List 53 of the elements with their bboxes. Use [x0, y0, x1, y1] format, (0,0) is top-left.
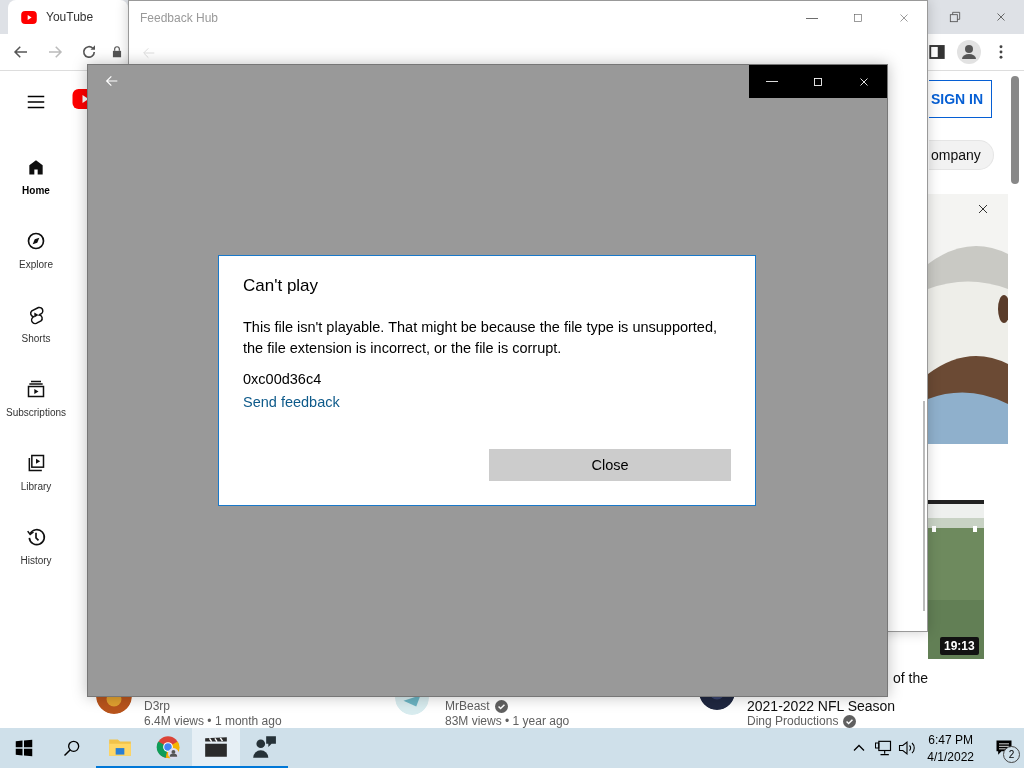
network-icon[interactable]	[873, 738, 894, 758]
arrow-left-icon[interactable]	[104, 73, 120, 89]
window-title: Feedback Hub	[140, 11, 219, 25]
restore-icon	[948, 10, 962, 24]
library-icon	[26, 453, 46, 473]
reload-icon	[80, 43, 98, 61]
channel-name[interactable]: MrBeast	[445, 699, 490, 714]
sidebar-item[interactable]: Explore	[0, 231, 72, 305]
video-duration: 19:13	[940, 637, 979, 655]
filter-chip[interactable]: ompany	[929, 140, 994, 170]
notification-button[interactable]: 2	[984, 728, 1024, 768]
search-icon	[62, 738, 82, 758]
sidebar-item[interactable]: Shorts	[0, 305, 72, 379]
error-message: This file isn't playable. That might be because the file type is unsupported, the file extension is incorrect, or the file is corrupt.	[243, 318, 719, 358]
taskbar-app[interactable]	[192, 728, 240, 768]
arrow-right-icon	[46, 43, 64, 61]
video-title[interactable]: of the	[893, 671, 929, 686]
sidebar-item[interactable]: Subscriptions	[0, 379, 72, 453]
video-meta: 83M views • 1 year ago	[445, 714, 570, 729]
subscriptions-icon	[26, 379, 46, 399]
lock-icon	[110, 45, 124, 59]
minimize-icon	[806, 17, 818, 19]
sign-in-button[interactable]: SIGN IN	[929, 80, 993, 118]
sidebar-item[interactable]: History	[0, 527, 72, 601]
side-panel-icon	[928, 43, 946, 61]
youtube-logo-icon	[72, 89, 87, 109]
sidebar-item[interactable]: Home	[0, 157, 72, 231]
video-title[interactable]: 2021-2022 NFL Season	[747, 699, 896, 714]
clapperboard-icon[interactable]	[203, 734, 229, 760]
profile-button[interactable]	[956, 39, 982, 65]
clock[interactable]: 6:47 PM 4/1/2022	[917, 732, 984, 764]
person-speech-icon[interactable]	[251, 734, 277, 760]
error-code: 0xc00d36c4	[243, 371, 323, 387]
send-feedback-link[interactable]: Send feedback	[243, 394, 340, 410]
maximize-icon	[851, 11, 865, 25]
history-icon	[26, 527, 46, 547]
sidebar-item[interactable]: Library	[0, 453, 72, 527]
windows-logo-icon	[15, 739, 33, 757]
person-icon	[957, 40, 981, 64]
close-button[interactable]: Close	[489, 449, 731, 481]
channel-name[interactable]: D3rp	[144, 699, 170, 714]
play-logo-icon	[20, 10, 38, 24]
volume-icon[interactable]	[897, 738, 918, 758]
compass-icon	[26, 231, 46, 251]
browser-icon[interactable]	[155, 734, 181, 760]
scrollbar[interactable]	[1011, 76, 1019, 184]
browser-tab[interactable]: YouTube	[8, 0, 128, 34]
arrow-left-icon	[12, 43, 30, 61]
minimize-icon	[766, 81, 778, 82]
channel-name[interactable]: Ding Productions	[747, 714, 839, 729]
scrollbar[interactable]	[923, 401, 925, 611]
dialog-title: Can't play	[243, 276, 320, 296]
video-meta: 6.4M views • 1 month ago	[144, 714, 282, 729]
